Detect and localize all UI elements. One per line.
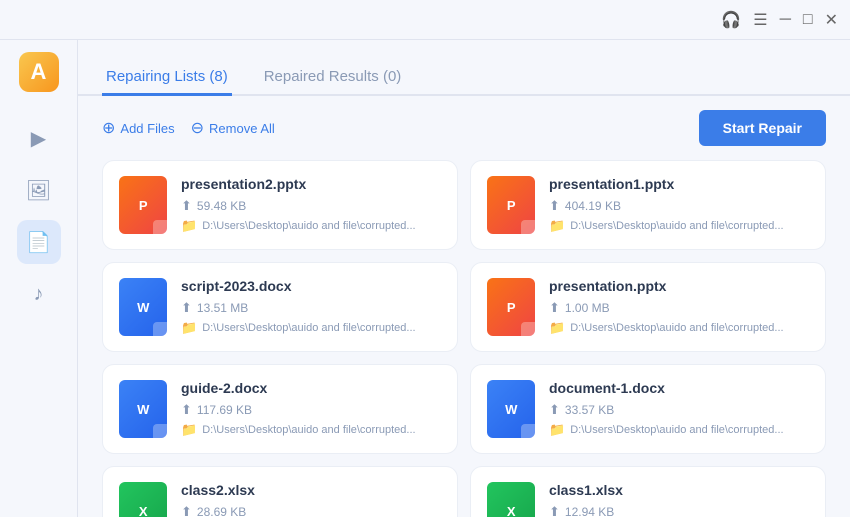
sidebar-item-audio[interactable]: ♪	[17, 272, 61, 316]
tab-repaired-results[interactable]: Repaired Results (0)	[260, 60, 406, 96]
file-type-label: P	[139, 198, 147, 213]
tab-bar: Repairing Lists (8) Repaired Results (0)	[78, 40, 850, 96]
file-name: document-1.docx	[549, 380, 809, 396]
file-name: class2.xlsx	[181, 482, 441, 498]
file-size: ⬆ 28.69 KB	[181, 504, 441, 517]
file-size: ⬆ 1.00 MB	[549, 300, 809, 316]
file-info: presentation1.pptx ⬆ 404.19 KB 📁 D:\User…	[549, 176, 809, 234]
folder-icon: 📁	[181, 218, 197, 234]
content-area: Repairing Lists (8) Repaired Results (0)…	[78, 40, 850, 517]
size-icon: ⬆	[549, 198, 560, 214]
maximize-icon[interactable]: □	[803, 11, 813, 29]
file-info: guide-2.docx ⬆ 117.69 KB 📁 D:\Users\Desk…	[181, 380, 441, 438]
file-info: script-2023.docx ⬆ 13.51 MB 📁 D:\Users\D…	[181, 278, 441, 336]
file-name: script-2023.docx	[181, 278, 441, 294]
file-name: guide-2.docx	[181, 380, 441, 396]
file-card[interactable]: P presentation1.pptx ⬆ 404.19 KB 📁 D:\Us…	[470, 160, 826, 250]
file-type-icon: P	[487, 278, 535, 336]
folder-icon: 📁	[549, 320, 565, 336]
file-size: ⬆ 59.48 KB	[181, 198, 441, 214]
file-type-label: W	[137, 402, 149, 417]
file-info: document-1.docx ⬆ 33.57 KB 📁 D:\Users\De…	[549, 380, 809, 438]
file-info: class1.xlsx ⬆ 12.94 KB 📁 D:\Users\Deskto…	[549, 482, 809, 517]
file-path: 📁 D:\Users\Desktop\auido and file\corrup…	[181, 320, 441, 336]
file-type-icon: X	[119, 482, 167, 517]
file-size: ⬆ 33.57 KB	[549, 402, 809, 418]
start-repair-button[interactable]: Start Repair	[699, 110, 826, 146]
file-type-icon: P	[119, 176, 167, 234]
sidebar-item-image[interactable]: 🖼	[17, 168, 61, 212]
file-type-label: W	[137, 300, 149, 315]
file-type-label: X	[507, 504, 515, 517]
file-path: 📁 D:\Users\Desktop\auido and file\corrup…	[181, 218, 441, 234]
add-files-button[interactable]: ⊕ Add Files	[102, 118, 175, 138]
main-layout: A ▶ 🖼 📄 ♪ Repairing Lists (8) Repaired R…	[0, 40, 850, 517]
file-card[interactable]: X class1.xlsx ⬆ 12.94 KB 📁 D:\Users\Desk…	[470, 466, 826, 517]
sidebar-item-video[interactable]: ▶	[17, 116, 61, 160]
file-path: 📁 D:\Users\Desktop\auido and file\corrup…	[549, 320, 809, 336]
size-icon: ⬆	[549, 300, 560, 316]
size-icon: ⬆	[181, 402, 192, 418]
file-size: ⬆ 404.19 KB	[549, 198, 809, 214]
folder-icon: 📁	[181, 422, 197, 438]
file-type-icon: W	[119, 278, 167, 336]
file-card[interactable]: X class2.xlsx ⬆ 28.69 KB 📁 D:\Users\Desk…	[102, 466, 458, 517]
tab-repairing-lists[interactable]: Repairing Lists (8)	[102, 60, 232, 96]
file-type-icon: W	[119, 380, 167, 438]
document-icon: 📄	[26, 230, 51, 255]
sidebar-item-document[interactable]: 📄	[17, 220, 61, 264]
file-type-label: P	[507, 300, 515, 315]
file-size: ⬆ 13.51 MB	[181, 300, 441, 316]
file-name: presentation.pptx	[549, 278, 809, 294]
file-path: 📁 D:\Users\Desktop\auido and file\corrup…	[549, 422, 809, 438]
file-type-label: X	[139, 504, 147, 517]
size-icon: ⬆	[181, 504, 192, 517]
size-icon: ⬆	[181, 300, 192, 316]
audio-icon: ♪	[34, 283, 44, 306]
size-icon: ⬆	[181, 198, 192, 214]
title-bar: 🎧 ☰ ─ □ ✕	[0, 0, 850, 40]
file-card[interactable]: P presentation.pptx ⬆ 1.00 MB 📁 D:\Users…	[470, 262, 826, 352]
file-info: presentation2.pptx ⬆ 59.48 KB 📁 D:\Users…	[181, 176, 441, 234]
image-icon: 🖼	[26, 178, 51, 203]
size-icon: ⬆	[549, 504, 560, 517]
file-name: presentation1.pptx	[549, 176, 809, 192]
file-grid: P presentation2.pptx ⬆ 59.48 KB 📁 D:\Use…	[78, 160, 850, 517]
file-path: 📁 D:\Users\Desktop\auido and file\corrup…	[181, 422, 441, 438]
file-card[interactable]: W guide-2.docx ⬆ 117.69 KB 📁 D:\Users\De…	[102, 364, 458, 454]
video-icon: ▶	[31, 126, 46, 151]
file-name: class1.xlsx	[549, 482, 809, 498]
file-type-icon: W	[487, 380, 535, 438]
file-name: presentation2.pptx	[181, 176, 441, 192]
app-logo: A	[19, 52, 59, 92]
file-type-icon: P	[487, 176, 535, 234]
file-type-label: P	[507, 198, 515, 213]
file-card[interactable]: W document-1.docx ⬆ 33.57 KB 📁 D:\Users\…	[470, 364, 826, 454]
file-type-label: W	[505, 402, 517, 417]
folder-icon: 📁	[549, 422, 565, 438]
toolbar: ⊕ Add Files ⊖ Remove All Start Repair	[78, 96, 850, 160]
remove-icon: ⊖	[191, 118, 204, 138]
remove-all-button[interactable]: ⊖ Remove All	[191, 118, 275, 138]
headphone-icon[interactable]: 🎧	[721, 10, 741, 30]
file-type-icon: X	[487, 482, 535, 517]
menu-icon[interactable]: ☰	[753, 10, 767, 30]
file-card[interactable]: W script-2023.docx ⬆ 13.51 MB 📁 D:\Users…	[102, 262, 458, 352]
size-icon: ⬆	[549, 402, 560, 418]
sidebar: A ▶ 🖼 📄 ♪	[0, 40, 78, 517]
add-icon: ⊕	[102, 118, 115, 138]
minimize-icon[interactable]: ─	[780, 11, 791, 29]
close-icon[interactable]: ✕	[825, 10, 838, 30]
file-info: class2.xlsx ⬆ 28.69 KB 📁 D:\Users\Deskto…	[181, 482, 441, 517]
file-card[interactable]: P presentation2.pptx ⬆ 59.48 KB 📁 D:\Use…	[102, 160, 458, 250]
file-path: 📁 D:\Users\Desktop\auido and file\corrup…	[549, 218, 809, 234]
file-size: ⬆ 12.94 KB	[549, 504, 809, 517]
file-info: presentation.pptx ⬆ 1.00 MB 📁 D:\Users\D…	[549, 278, 809, 336]
file-size: ⬆ 117.69 KB	[181, 402, 441, 418]
folder-icon: 📁	[549, 218, 565, 234]
folder-icon: 📁	[181, 320, 197, 336]
